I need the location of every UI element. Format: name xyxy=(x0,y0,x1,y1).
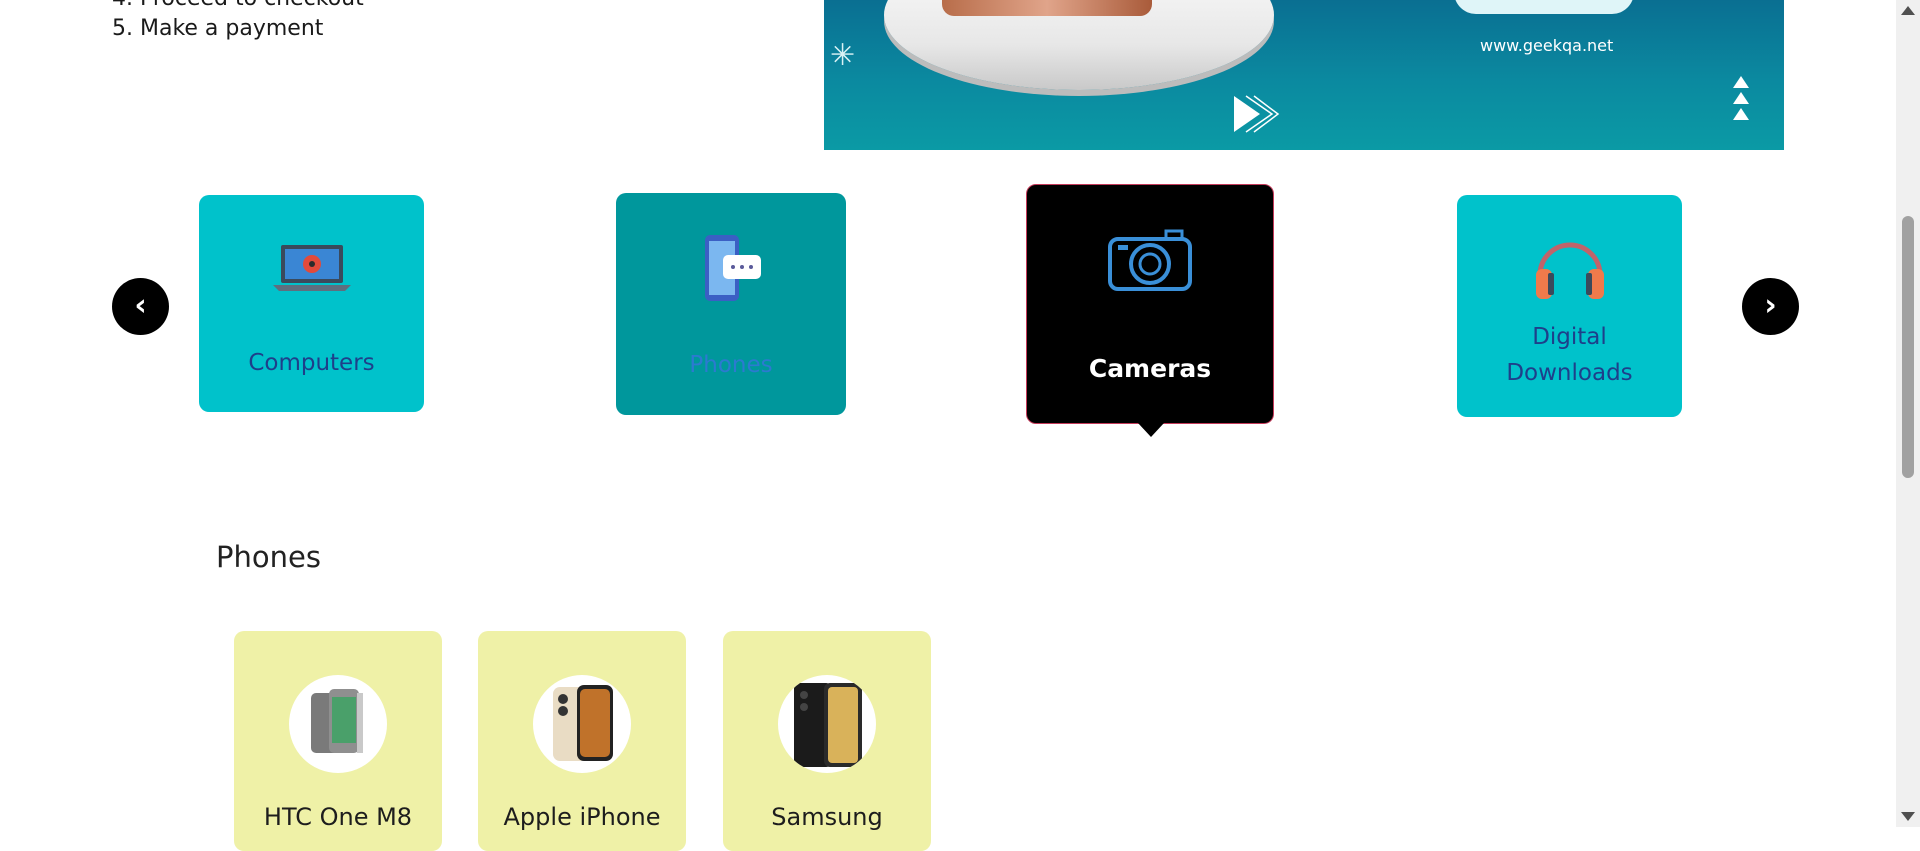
product-card[interactable]: HTC One M8 xyxy=(234,631,442,851)
vertical-scrollbar[interactable] xyxy=(1896,0,1920,827)
promo-banner[interactable]: ✳ www.geekqa.net xyxy=(824,0,1784,150)
category-phones[interactable]: Phones xyxy=(616,193,846,415)
sparkle-icon: ✳ xyxy=(830,38,856,73)
section-title: Phones xyxy=(216,540,321,574)
category-computers[interactable]: Computers xyxy=(199,195,424,412)
scrollbar-thumb[interactable] xyxy=(1902,216,1914,478)
scroll-up-icon[interactable] xyxy=(1901,6,1915,15)
category-label: Cameras xyxy=(1088,354,1212,383)
laptop-icon xyxy=(199,243,424,293)
product-card[interactable]: Samsung xyxy=(723,631,931,851)
scroll-down-icon[interactable] xyxy=(1901,812,1915,821)
carousel-prev-button[interactable]: ‹ xyxy=(112,278,169,335)
shop-now-button[interactable] xyxy=(1454,0,1634,14)
product-thumbnail[interactable] xyxy=(289,675,387,773)
scroll-top-icon[interactable] xyxy=(1732,74,1750,124)
category-digital-downloads[interactable]: Digital Downloads xyxy=(1457,195,1682,417)
category-label: Phones xyxy=(689,352,773,378)
carousel-next-button[interactable]: › xyxy=(1742,278,1799,335)
category-label: Digital Downloads xyxy=(1457,319,1682,391)
checkout-steps: 4. Proceed to checkout 5. Make a payment xyxy=(112,0,364,44)
camera-icon xyxy=(1027,227,1273,293)
category-cameras[interactable]: Cameras xyxy=(1026,184,1274,437)
product-thumbnail[interactable] xyxy=(778,675,876,773)
step-item: 5. Make a payment xyxy=(112,16,324,41)
step-item: 4. Proceed to checkout xyxy=(112,0,364,14)
phone-chat-icon xyxy=(616,233,846,305)
product-thumbnail[interactable] xyxy=(533,675,631,773)
product-image xyxy=(942,0,1152,16)
product-card[interactable]: Apple iPhone xyxy=(478,631,686,851)
category-label-line: Downloads xyxy=(1506,360,1633,386)
active-pointer xyxy=(1138,423,1164,437)
category-label-line: Digital xyxy=(1532,324,1607,350)
play-arrows-icon xyxy=(1234,95,1280,133)
headphones-icon xyxy=(1457,223,1682,303)
category-label: Computers xyxy=(248,350,375,376)
banner-url: www.geekqa.net xyxy=(1480,36,1614,55)
